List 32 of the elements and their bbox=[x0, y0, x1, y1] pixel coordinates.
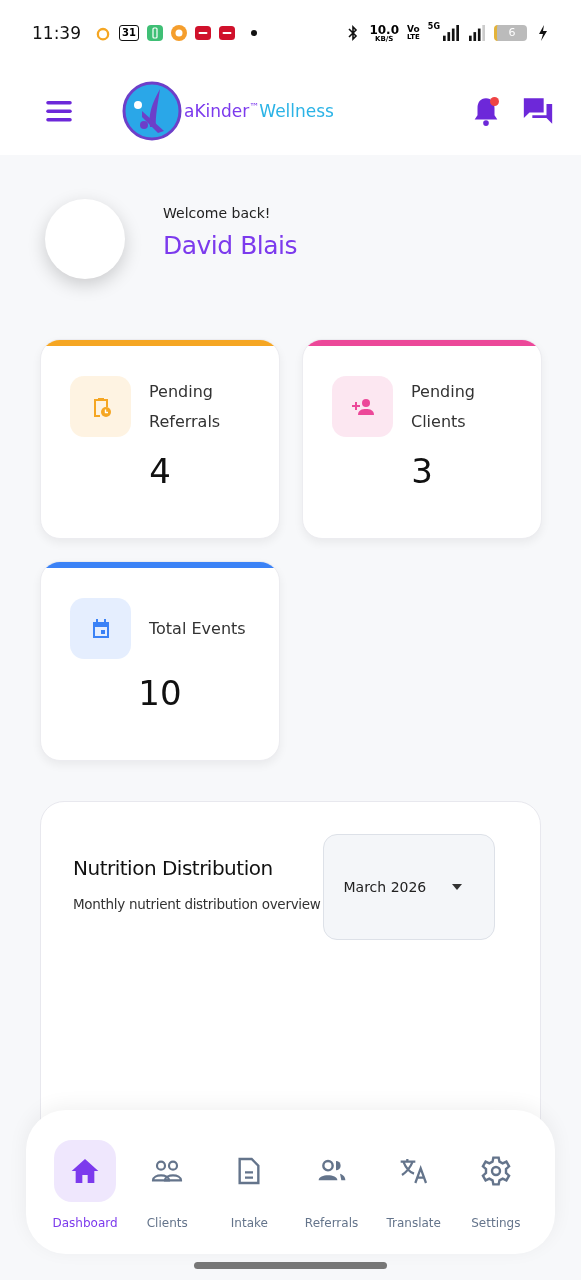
nav-tab[interactable]: Intake bbox=[210, 1140, 289, 1230]
network-type: 5G bbox=[427, 22, 440, 31]
logo-icon bbox=[122, 80, 182, 141]
battery-app-icon bbox=[146, 25, 163, 41]
signal-icon bbox=[442, 25, 460, 41]
more-dot-icon bbox=[250, 30, 257, 36]
nav-tab[interactable]: Settings bbox=[456, 1140, 535, 1230]
app-icon bbox=[218, 25, 235, 41]
signal-icon bbox=[468, 25, 486, 41]
stat-value: 4 bbox=[148, 451, 172, 491]
circle-app-icon bbox=[170, 25, 187, 41]
greeting: Welcome back! bbox=[163, 205, 272, 221]
status-time: 11:39 bbox=[32, 23, 81, 43]
month-dropdown[interactable]: March 2026 bbox=[322, 834, 495, 940]
user-name: David Blais bbox=[163, 231, 297, 260]
nav-tab[interactable]: Referrals bbox=[292, 1140, 371, 1230]
battery-level: 6 bbox=[494, 25, 527, 41]
calendar-app-icon: 31 bbox=[119, 25, 139, 41]
stat-value: 3 bbox=[410, 451, 434, 491]
nav-tab[interactable]: Translate bbox=[374, 1140, 453, 1230]
section-subtitle: Monthly nutrient distribution overview bbox=[73, 896, 321, 912]
app-icon bbox=[194, 25, 211, 41]
section-title: Nutrition Distribution bbox=[73, 856, 274, 880]
stat-value: 10 bbox=[137, 673, 183, 713]
caret-icon bbox=[451, 884, 462, 890]
brand-name: aKinder$^{™}$Wellness bbox=[184, 100, 334, 121]
stat-label: Pending Referrals bbox=[149, 380, 222, 433]
nav-tab[interactable]: Clients bbox=[128, 1140, 207, 1230]
ring-icon bbox=[95, 25, 111, 41]
gear-icon bbox=[479, 1155, 512, 1187]
stat-label: Pending Clients bbox=[411, 380, 476, 433]
stat-label: Total Events bbox=[149, 617, 246, 640]
